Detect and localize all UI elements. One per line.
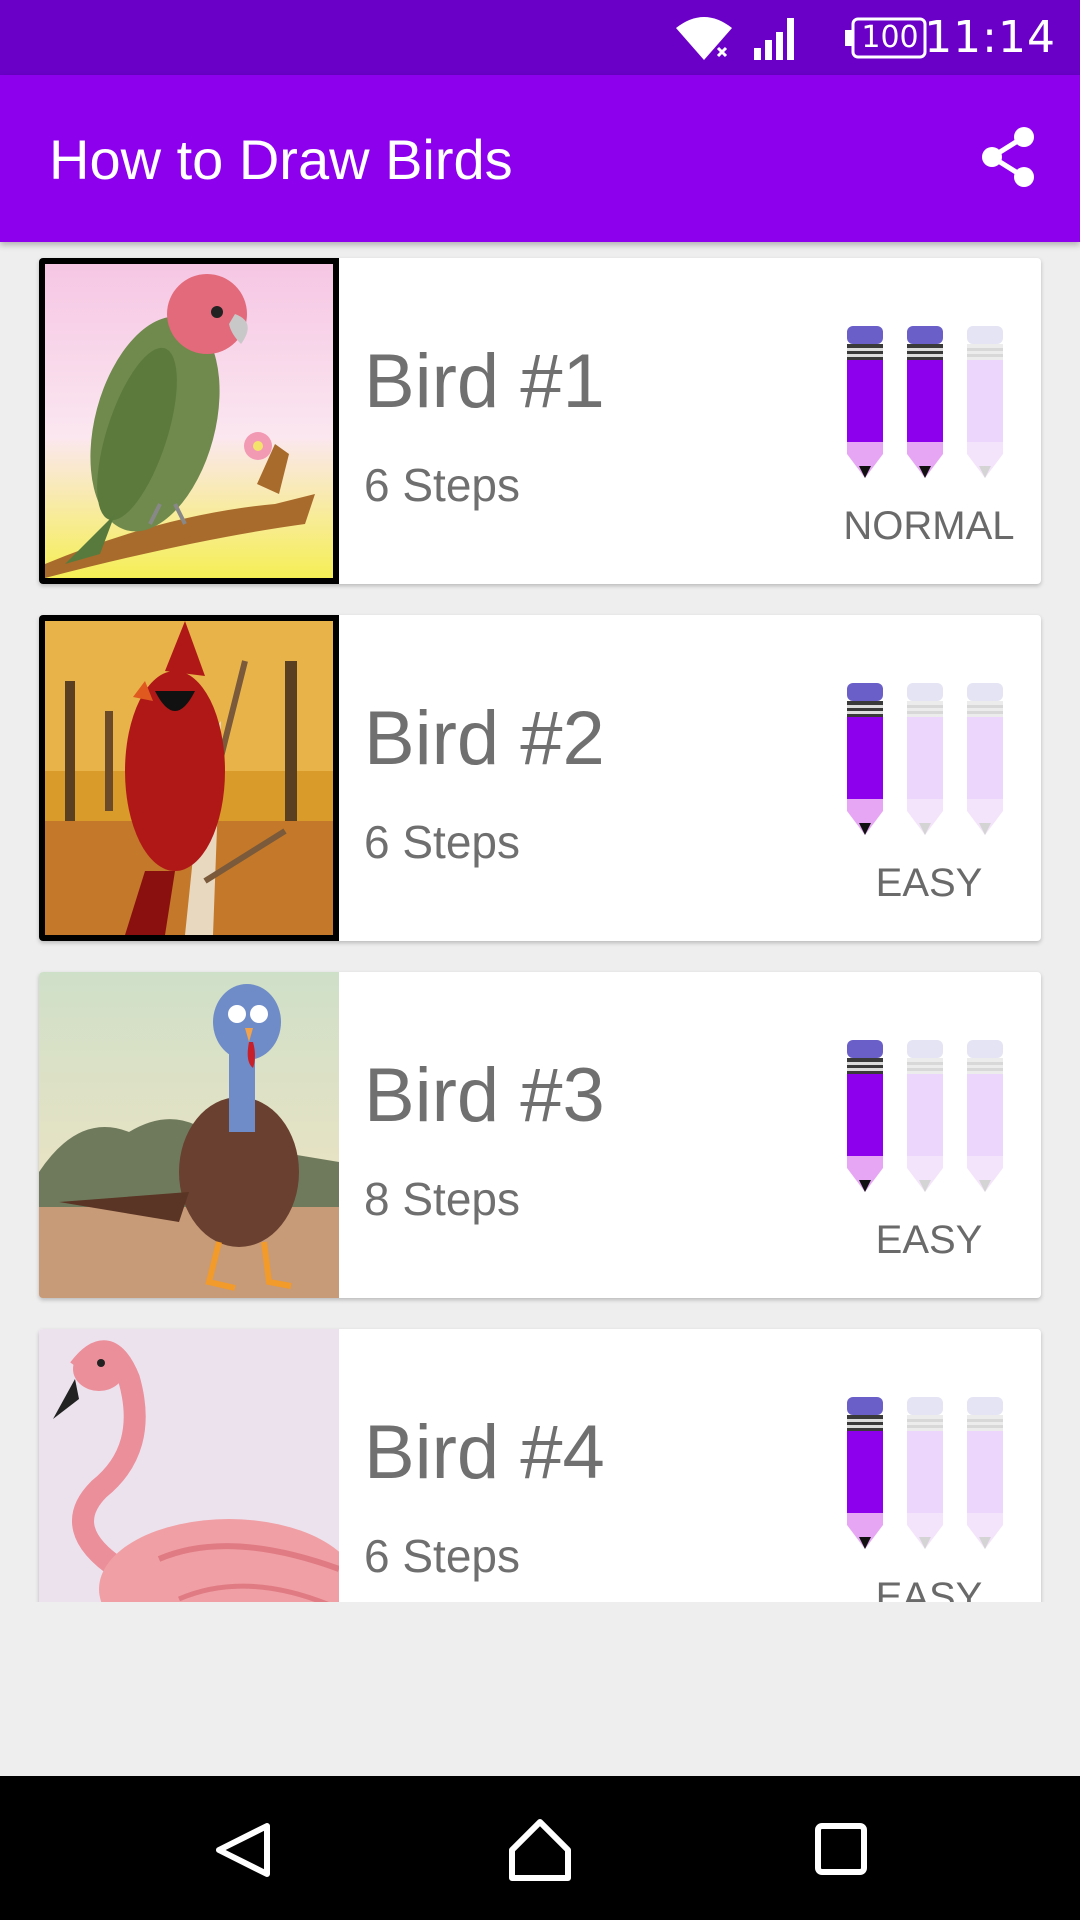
pencil-empty-icon <box>967 1040 1003 1192</box>
difficulty-label: NORMAL <box>843 504 1015 548</box>
pencil-empty-icon <box>907 1040 943 1192</box>
difficulty-pencils <box>845 683 1020 843</box>
signal-icon <box>754 18 794 60</box>
page-title: How to Draw Birds <box>49 128 513 191</box>
wifi-icon <box>676 17 732 60</box>
difficulty-pencils <box>845 326 1020 486</box>
difficulty-pencils <box>845 1397 1020 1557</box>
bird-steps: 6 Steps <box>364 1530 520 1582</box>
bird-card-2[interactable]: Bird #2 6 Steps EASY <box>39 615 1041 941</box>
share-icon[interactable] <box>978 125 1038 189</box>
pencil-filled-icon <box>907 326 943 478</box>
difficulty-label: EASY <box>875 1218 983 1262</box>
difficulty-label: EASY <box>875 1575 983 1602</box>
difficulty-label: EASY <box>875 861 983 905</box>
home-icon[interactable] <box>480 1776 600 1920</box>
pencil-empty-icon <box>907 683 943 835</box>
bird-3-thumbnail <box>39 972 339 1298</box>
pencil-empty-icon <box>967 1397 1003 1549</box>
bird-steps: 6 Steps <box>364 459 520 511</box>
pencil-filled-icon <box>847 326 883 478</box>
pencil-filled-icon <box>847 1397 883 1549</box>
pencil-filled-icon <box>847 1040 883 1192</box>
back-icon[interactable] <box>183 1776 303 1920</box>
bird-title: Bird #1 <box>364 339 605 424</box>
bird-list[interactable]: Bird #1 6 Steps NORMAL Bird #2 6 Steps E… <box>0 242 1080 1602</box>
pencil-empty-icon <box>967 326 1003 478</box>
bird-steps: 6 Steps <box>364 816 520 868</box>
bird-1-thumbnail <box>39 258 339 584</box>
bird-title: Bird #4 <box>364 1410 605 1495</box>
bird-title: Bird #2 <box>364 696 605 781</box>
difficulty-pencils <box>845 1040 1020 1200</box>
status-time: 11:14 <box>924 12 1056 63</box>
app-bar: How to Draw Birds <box>0 75 1080 242</box>
bird-card-1[interactable]: Bird #1 6 Steps NORMAL <box>39 258 1041 584</box>
bird-steps: 8 Steps <box>364 1173 520 1225</box>
bird-card-4[interactable]: Bird #4 6 Steps EASY <box>39 1329 1041 1602</box>
pencil-filled-icon <box>847 683 883 835</box>
bird-card-3[interactable]: Bird #3 8 Steps EASY <box>39 972 1041 1298</box>
bird-title: Bird #3 <box>364 1053 605 1138</box>
status-bar: 100 11:14 <box>0 0 1080 75</box>
recents-icon[interactable] <box>780 1776 900 1920</box>
bird-2-thumbnail <box>39 615 339 941</box>
battery-level: 100 <box>861 20 919 55</box>
navigation-bar <box>0 1776 1080 1920</box>
bird-4-thumbnail <box>39 1329 339 1602</box>
pencil-empty-icon <box>967 683 1003 835</box>
pencil-empty-icon <box>907 1397 943 1549</box>
